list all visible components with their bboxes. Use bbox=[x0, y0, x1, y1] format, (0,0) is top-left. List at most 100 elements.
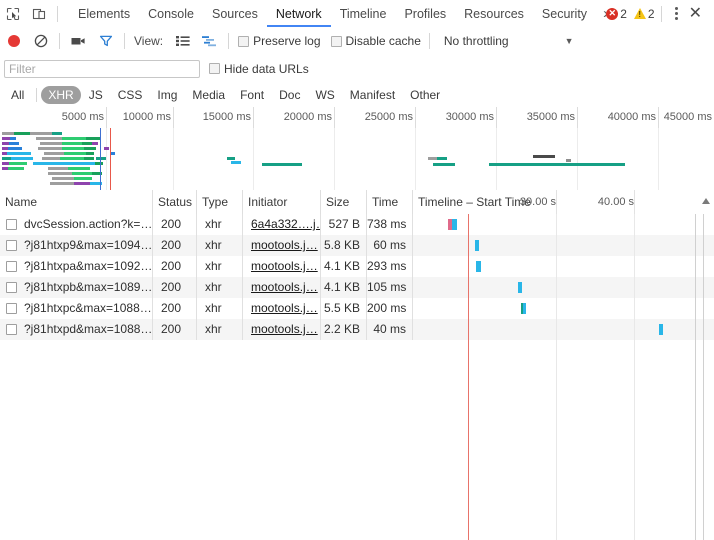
tab-sources[interactable]: Sources bbox=[203, 1, 267, 27]
overview-gridline bbox=[173, 128, 174, 190]
initiator-link[interactable]: mootools.j… bbox=[251, 280, 318, 294]
funnel-icon[interactable] bbox=[92, 28, 119, 55]
column-header-initiator[interactable]: Initiator bbox=[242, 190, 320, 214]
hide-data-urls-checkbox[interactable]: Hide data URLs bbox=[209, 62, 309, 76]
column-header-waterfall[interactable]: Timeline – Start Time bbox=[412, 190, 714, 214]
cell-type: xhr bbox=[196, 319, 242, 340]
overview-request-bar bbox=[9, 162, 27, 165]
type-filter-img[interactable]: Img bbox=[150, 86, 184, 104]
overview-gridline bbox=[334, 128, 335, 190]
list-view-icon[interactable] bbox=[169, 28, 196, 55]
column-header-time[interactable]: Time bbox=[366, 190, 412, 214]
column-header-status[interactable]: Status bbox=[152, 190, 196, 214]
network-controls-toolbar: View: Preserve log Disable cache bbox=[0, 27, 714, 56]
table-row[interactable]: ?j81htxpb&max=1089…200xhrmootools.j…4.1 … bbox=[0, 277, 714, 298]
tab-console[interactable]: Console bbox=[139, 1, 203, 27]
initiator-link[interactable]: mootools.j… bbox=[251, 238, 318, 252]
cell-size: 4.1 KB bbox=[320, 256, 366, 277]
camera-icon[interactable] bbox=[65, 28, 92, 55]
cell-size: 4.1 KB bbox=[320, 277, 366, 298]
type-filter-media[interactable]: Media bbox=[185, 86, 232, 104]
overview-request-bar bbox=[8, 147, 22, 150]
cell-size: 5.8 KB bbox=[320, 235, 366, 256]
main-menu-icon[interactable] bbox=[668, 7, 685, 20]
preserve-log-box bbox=[238, 36, 249, 47]
cell-initiator: mootools.j… bbox=[242, 319, 320, 340]
overview-tick: 35000 ms bbox=[577, 107, 578, 128]
type-filter-manifest[interactable]: Manifest bbox=[343, 86, 402, 104]
overview-request-bar bbox=[62, 137, 86, 140]
table-row[interactable]: ?j81htxpc&max=1088…200xhrmootools.j…5.5 … bbox=[0, 298, 714, 319]
initiator-link[interactable]: mootools.j… bbox=[251, 301, 318, 315]
network-overview-graph[interactable] bbox=[0, 128, 714, 191]
column-header-size[interactable]: Size bbox=[320, 190, 366, 214]
overview-gridline bbox=[658, 128, 659, 190]
overview-request-bar bbox=[48, 172, 72, 175]
column-header-name[interactable]: Name bbox=[0, 190, 152, 214]
chevron-down-icon[interactable]: ▼ bbox=[565, 36, 574, 46]
type-filter-doc[interactable]: Doc bbox=[272, 86, 307, 104]
overview-request-bar bbox=[40, 142, 62, 145]
throttling-value[interactable]: No throttling bbox=[444, 34, 509, 48]
overview-request-bar bbox=[437, 157, 447, 160]
table-row[interactable]: ?j81htxpa&max=1092…200xhrmootools.j…4.1 … bbox=[0, 256, 714, 277]
inspect-element-icon[interactable] bbox=[0, 1, 26, 27]
error-badge[interactable]: ✕ 2 bbox=[606, 7, 627, 21]
overview-tick-label: 35000 ms bbox=[527, 107, 575, 127]
type-filter-xhr[interactable]: XHR bbox=[41, 86, 80, 104]
clear-icon[interactable] bbox=[27, 28, 54, 55]
initiator-link[interactable]: mootools.j… bbox=[251, 259, 318, 273]
table-row[interactable]: dvcSession.action?k=…200xhr6a4a332….j…52… bbox=[0, 214, 714, 235]
close-icon[interactable]: ✕ bbox=[685, 6, 710, 22]
cell-waterfall bbox=[412, 277, 714, 298]
disable-cache-checkbox[interactable]: Disable cache bbox=[331, 34, 421, 48]
tab-resources[interactable]: Resources bbox=[455, 1, 533, 27]
tab-network[interactable]: Network bbox=[267, 1, 331, 27]
type-filter-css[interactable]: CSS bbox=[111, 86, 150, 104]
overview-request-bar bbox=[95, 162, 103, 165]
dom-content-loaded-line bbox=[468, 214, 469, 540]
overview-request-bar bbox=[86, 137, 100, 140]
type-filter-other[interactable]: Other bbox=[403, 86, 447, 104]
hide-data-urls-box bbox=[209, 63, 220, 74]
type-filter-font[interactable]: Font bbox=[233, 86, 271, 104]
record-button[interactable] bbox=[0, 28, 27, 55]
overview-request-bar bbox=[84, 147, 96, 150]
cell-size: 527 B bbox=[320, 214, 366, 235]
table-row[interactable]: ?j81htxp9&max=1094…200xhrmootools.j…5.8 … bbox=[0, 235, 714, 256]
toolbar-divider bbox=[57, 6, 58, 22]
preserve-log-checkbox[interactable]: Preserve log bbox=[238, 34, 320, 48]
overview-request-bar bbox=[231, 161, 241, 164]
overview-request-bar bbox=[68, 167, 90, 170]
sort-ascending-icon[interactable] bbox=[702, 198, 710, 204]
overview-request-bar bbox=[60, 157, 84, 160]
overview-request-bar bbox=[533, 155, 555, 158]
cell-time: 293 ms bbox=[366, 256, 412, 277]
overview-tick: 5000 ms bbox=[106, 107, 107, 128]
overview-request-bar bbox=[11, 157, 33, 160]
cell-status: 200 bbox=[152, 319, 196, 340]
status-divider bbox=[661, 6, 662, 22]
waterfall-view-icon[interactable] bbox=[196, 28, 223, 55]
type-filter-all[interactable]: All bbox=[4, 86, 31, 104]
initiator-link[interactable]: mootools.j… bbox=[251, 322, 318, 336]
overview-gridline bbox=[415, 128, 416, 190]
column-header-type[interactable]: Type bbox=[196, 190, 242, 214]
tab-timeline[interactable]: Timeline bbox=[331, 1, 396, 27]
overview-gridline bbox=[253, 128, 254, 190]
warning-badge[interactable]: 2 bbox=[634, 7, 655, 21]
overview-request-bar bbox=[10, 137, 16, 140]
table-row[interactable]: ?j81htxpd&max=1088…200xhrmootools.j…2.2 … bbox=[0, 319, 714, 340]
tab-security[interactable]: Security bbox=[533, 1, 596, 27]
type-filter-js[interactable]: JS bbox=[82, 86, 110, 104]
tab-profiles[interactable]: Profiles bbox=[395, 1, 455, 27]
overview-tick-label: 20000 ms bbox=[284, 107, 332, 127]
device-toolbar-icon[interactable] bbox=[26, 1, 52, 27]
panel-tabs: Elements Console Sources Network Timelin… bbox=[69, 0, 618, 27]
initiator-link[interactable]: 6a4a332….j… bbox=[251, 217, 320, 231]
type-filter-ws[interactable]: WS bbox=[308, 86, 341, 104]
tab-elements[interactable]: Elements bbox=[69, 1, 139, 27]
dom-content-loaded-marker bbox=[100, 128, 101, 190]
overview-tick: 25000 ms bbox=[415, 107, 416, 128]
filter-input[interactable] bbox=[4, 60, 200, 78]
